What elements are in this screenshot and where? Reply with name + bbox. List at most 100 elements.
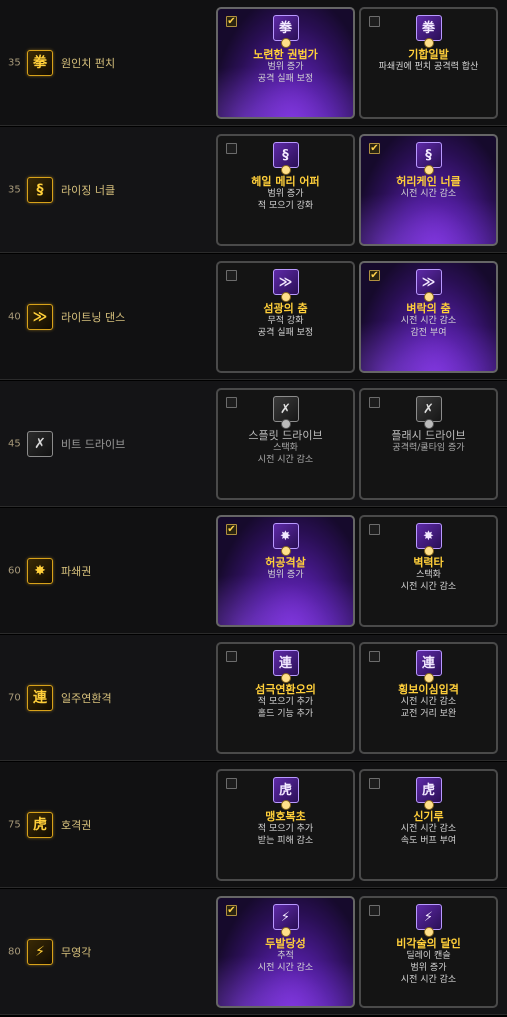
tripod-effect-line: 속도 버프 부여 <box>400 836 457 846</box>
tripod-option-card[interactable]: ✗ 스플릿 드라이브 스택화 시전 시간 감소 <box>216 388 355 500</box>
tripod-checkbox[interactable] <box>369 16 380 27</box>
tripod-effect-line: 시전 시간 감소 <box>400 582 457 592</box>
tripod-text: 섬극연환오의 적 모으기 추가 홀드 기능 추가 <box>220 683 351 720</box>
tripod-title: 기합일발 <box>408 48 449 61</box>
tripod-text: 헤일 메리 어퍼 범위 증가 적 모으기 강화 <box>220 175 351 212</box>
tripod-option-card[interactable]: 拳 기합일발 파쇄권에 펀치 공격력 합산 <box>359 7 498 119</box>
tripod-effect-line: 무적 강화 <box>267 316 304 326</box>
tripod-title: 플래시 드라이브 <box>391 429 466 442</box>
tripod-option-card[interactable]: ✔ ⚡ 두발당성 추적 시전 시간 감소 <box>216 896 355 1008</box>
tripod-text: 섬광의 춤 무적 강화 공격 실패 보정 <box>220 302 351 339</box>
tripod-checkbox[interactable] <box>369 778 380 789</box>
tripod-checkbox[interactable]: ✔ <box>226 524 237 535</box>
tripod-effect-line: 시전 시간 감소 <box>400 824 457 834</box>
tripod-effect-line: 시전 시간 감소 <box>400 975 457 985</box>
tripod-tier-badge-icon <box>423 165 434 175</box>
tripod-title: 벽력타 <box>413 556 444 569</box>
tripod-checkbox[interactable] <box>369 905 380 916</box>
tripod-title: 헤일 메리 어퍼 <box>251 175 320 188</box>
tripod-checkbox[interactable] <box>226 270 237 281</box>
tripod-tier-badge-icon <box>280 927 291 937</box>
skill-name: 무영각 <box>61 945 92 959</box>
skill-swirl-icon: § <box>27 176 53 203</box>
tripod-checkbox[interactable] <box>369 651 380 662</box>
skill-row: 80 ⚡ 무영각 ✔ ⚡ 두발당성 추적 시전 시간 감소 ⚡ 비각술의 달인 딜레이 캔슬 범위 증… <box>0 889 507 1015</box>
skill-name: 비트 드라이브 <box>61 437 126 451</box>
skill-info: 80 ⚡ 무영각 <box>0 889 215 1014</box>
tripod-effect-line: 시전 시간 감소 <box>257 963 314 973</box>
skill-row: 70 連 일주연환격 連 섬극연환오의 적 모으기 추가 홀드 기능 추가 連 횡보이심입격 시전… <box>0 635 507 761</box>
skill-row: 45 ✗ 비트 드라이브 ✗ 스플릿 드라이브 스택화 시전 시간 감소 ✗ 플래시 드라이브 공… <box>0 381 507 507</box>
tripod-checkbox[interactable] <box>226 651 237 662</box>
skill-name: 일주연환격 <box>61 691 112 705</box>
tripod-text: 스플릿 드라이브 스택화 시전 시간 감소 <box>220 429 351 466</box>
tripod-option-card[interactable]: ≫ 섬광의 춤 무적 강화 공격 실패 보정 <box>216 261 355 373</box>
tripod-option-card[interactable]: ✔ § 허리케인 너클 시전 시간 감소 <box>359 134 498 246</box>
tripod-checkbox[interactable] <box>369 524 380 535</box>
tripod-option-card[interactable]: 虎 신기루 시전 시간 감소 속도 버프 부여 <box>359 769 498 881</box>
skill-row: 60 ✸ 파쇄권 ✔ ✸ 허공격살 범위 증가 ✸ 벽력타 스택화시전 시간 감소 <box>0 508 507 634</box>
tripod-tier-badge-icon <box>280 38 291 48</box>
tripod-title: 스플릿 드라이브 <box>248 429 323 442</box>
tripod-option-card[interactable]: ✗ 플래시 드라이브 공격력/쿨타임 증가 <box>359 388 498 500</box>
tripod-text: 플래시 드라이브 공격력/쿨타임 증가 <box>363 429 494 454</box>
tripod-option-card[interactable]: § 헤일 메리 어퍼 범위 증가 적 모으기 강화 <box>216 134 355 246</box>
tripod-checkbox[interactable]: ✔ <box>369 143 380 154</box>
tripod-option-card[interactable]: 連 횡보이심입격 시전 시간 감소 교전 거리 보완 <box>359 642 498 754</box>
tripod-tier-badge-icon <box>423 546 434 556</box>
tripod-tier-badge-icon <box>280 292 291 302</box>
tripod-checkbox[interactable]: ✔ <box>226 16 237 27</box>
skill-info: 35 § 라이징 너클 <box>0 127 215 252</box>
tripod-text: 벽력타 스택화시전 시간 감소 <box>363 556 494 593</box>
tripod-effect-line: 홀드 기능 추가 <box>257 709 314 719</box>
skill-info: 40 ≫ 라이트닝 댄스 <box>0 254 215 379</box>
tripod-option-card[interactable]: ✔ 拳 노련한 권법가 범위 증가 공격 실패 보정 <box>216 7 355 119</box>
tripod-title: 맹호복초 <box>265 810 306 823</box>
tripod-effect-line: 범위 증가 <box>267 570 304 580</box>
tripod-checkbox[interactable]: ✔ <box>369 270 380 281</box>
tripod-title: 허리케인 너클 <box>396 175 461 188</box>
tripod-title: 노련한 권법가 <box>253 48 318 61</box>
tripod-tier-badge-icon <box>280 546 291 556</box>
tripod-option-card[interactable]: ⚡ 비각술의 달인 딜레이 캔슬 범위 증가 시전 시간 감소 <box>359 896 498 1008</box>
tripod-option-card[interactable]: ✸ 벽력타 스택화 시전 시간 감소 <box>359 515 498 627</box>
tripod-effect-line: 스택화 <box>416 570 441 580</box>
skill-info: 60 ✸ 파쇄권 <box>0 508 215 633</box>
tripod-effect-line: 파쇄권에 펀치 공격력 합산 <box>378 62 479 72</box>
tripod-option-card[interactable]: 連 섬극연환오의 적 모으기 추가 홀드 기능 추가 <box>216 642 355 754</box>
tripod-checkbox[interactable] <box>369 397 380 408</box>
tripod-option-card[interactable]: 虎 맹호복초 적 모으기 추가 받는 피해 감소 <box>216 769 355 881</box>
tripod-checkbox[interactable]: ✔ <box>226 905 237 916</box>
tripod-title: 횡보이심입격 <box>398 683 459 696</box>
tripod-effect-line: 시전 시간 감소 <box>400 316 457 326</box>
tripod-checkbox[interactable] <box>226 143 237 154</box>
tripod-checkbox[interactable] <box>226 397 237 408</box>
skill-level: 40 <box>8 311 21 322</box>
tripod-text: 맹호복초 적 모으기 추가 받는 피해 감소 <box>220 810 351 847</box>
skill-row: 40 ≫ 라이트닝 댄스 ≫ 섬광의 춤 무적 강화 공격 실패 보정 ✔ ≫ 벼락의 춤 시전 시… <box>0 254 507 380</box>
tripod-text: 벼락의 춤 시전 시간 감소 감전 부여 <box>363 302 494 339</box>
skill-level: 60 <box>8 565 21 576</box>
skill-tiger-glyph-icon: 虎 <box>27 811 53 838</box>
skill-level: 35 <box>8 57 21 68</box>
tripod-tier-badge-icon <box>423 927 434 937</box>
tripod-tier-badge-icon <box>423 419 434 429</box>
skill-level: 35 <box>8 184 21 195</box>
skill-name: 파쇄권 <box>61 564 92 578</box>
tripod-text: 횡보이심입격 시전 시간 감소 교전 거리 보완 <box>363 683 494 720</box>
tripod-title: 비각술의 달인 <box>396 937 461 950</box>
tripod-option-card[interactable]: ✔ ≫ 벼락의 춤 시전 시간 감소 감전 부여 <box>359 261 498 373</box>
tripod-title: 신기루 <box>413 810 444 823</box>
skill-info: 35 拳 원인치 펀치 <box>0 0 215 125</box>
skill-level: 45 <box>8 438 21 449</box>
tripod-tier-badge-icon <box>423 38 434 48</box>
tripod-effect-line: 시전 시간 감소 <box>400 697 457 707</box>
skill-burst-icon: ✸ <box>27 557 53 584</box>
tripod-checkbox[interactable] <box>226 778 237 789</box>
tripod-tier-badge-icon <box>423 292 434 302</box>
tripod-text: 기합일발 파쇄권에 펀치 공격력 합산 <box>363 48 494 73</box>
tripod-title: 섬극연환오의 <box>255 683 316 696</box>
tripod-option-card[interactable]: ✔ ✸ 허공격살 범위 증가 <box>216 515 355 627</box>
skill-row: 75 虎 호격권 虎 맹호복초 적 모으기 추가 받는 피해 감소 虎 신기루 시전 시간 감소 속… <box>0 762 507 888</box>
tripod-text: 두발당성 추적 시전 시간 감소 <box>220 937 351 974</box>
